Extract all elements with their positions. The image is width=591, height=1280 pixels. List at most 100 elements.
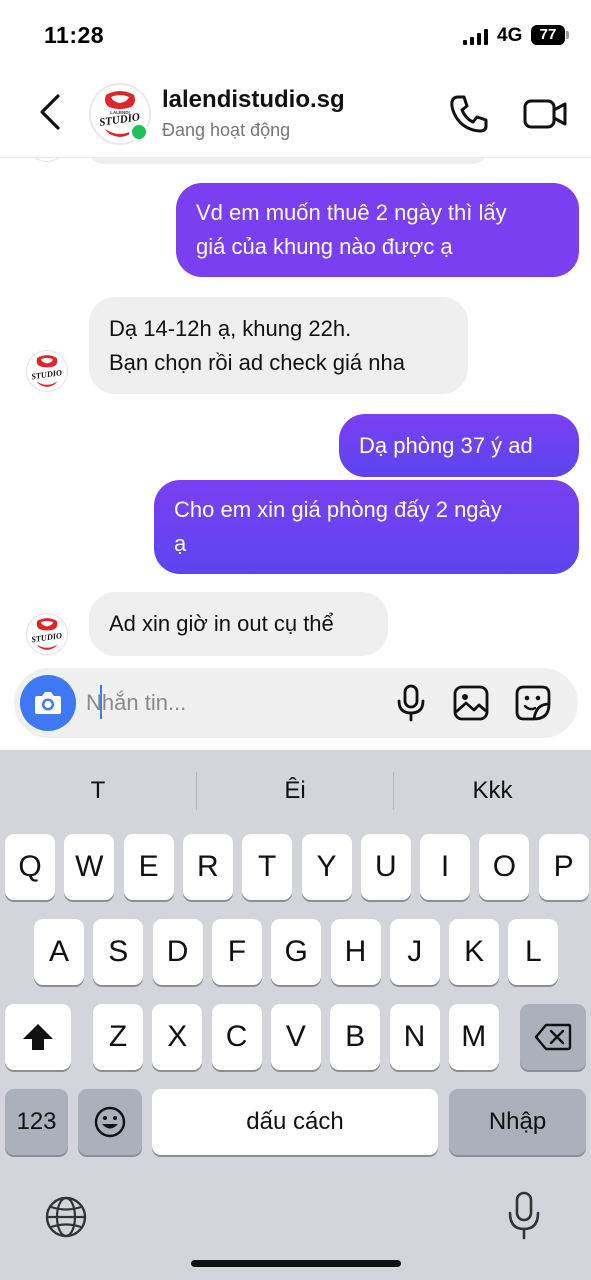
message-text: ạ: [174, 531, 187, 556]
key-o[interactable]: O: [479, 834, 530, 900]
key-label: D: [166, 935, 189, 968]
battery-level: 77: [531, 25, 565, 45]
message-text: Dạ phòng 37 ý ad: [359, 432, 533, 458]
home-indicator: [191, 1260, 401, 1267]
shift-arrow-icon: [23, 1024, 53, 1050]
key-j[interactable]: J: [389, 919, 440, 985]
key-g[interactable]: G: [271, 919, 322, 985]
return-key[interactable]: Nhập: [449, 1089, 586, 1155]
keyboard: T Êi Kkk Q W E R T Y U I O P A S D F G H J K L Z X C V B N M 123 dấ…: [0, 750, 591, 1280]
key-label: F: [227, 935, 247, 968]
sticker-icon[interactable]: [514, 684, 552, 722]
key-label: R: [197, 850, 219, 883]
key-y[interactable]: Y: [301, 834, 352, 900]
message-text: Dạ 14-12h ạ, khung 22h.: [109, 315, 352, 341]
key-h[interactable]: H: [330, 919, 381, 985]
message-text: Vd em muốn thuê 2 ngày thì lấy: [196, 200, 507, 225]
microphone-icon[interactable]: [394, 684, 428, 722]
key-label: O: [492, 850, 517, 883]
image-icon[interactable]: [452, 684, 490, 722]
key-label: Y: [316, 850, 337, 883]
key-s[interactable]: S: [93, 919, 144, 985]
network-type: 4G: [497, 25, 523, 46]
key-label: C: [225, 1020, 248, 1053]
key-label: P: [553, 850, 574, 883]
message-list[interactable]: Vd em muốn thuê 2 ngày thì lấy giá của k…: [0, 158, 591, 668]
key-label: G: [284, 935, 308, 968]
key-label: L: [525, 935, 542, 968]
key-label: dấu cách: [246, 1108, 344, 1135]
key-v[interactable]: V: [270, 1004, 321, 1070]
suggestion-2[interactable]: Êi: [197, 750, 393, 832]
key-label: M: [461, 1020, 487, 1053]
contact-status: Đang hoạt động: [162, 120, 291, 140]
avatar[interactable]: STUDIO: [26, 350, 68, 392]
space-key[interactable]: dấu cách: [152, 1089, 438, 1155]
numbers-key[interactable]: 123: [5, 1089, 68, 1155]
contact-name[interactable]: lalendistudio.sg: [162, 86, 345, 114]
key-k[interactable]: K: [449, 919, 500, 985]
key-b[interactable]: B: [330, 1004, 381, 1070]
suggestion-1[interactable]: T: [0, 750, 196, 832]
phone-icon[interactable]: [448, 93, 490, 135]
chevron-left-icon[interactable]: [36, 93, 64, 131]
message-bubble-sent[interactable]: Dạ phòng 37 ý ad: [339, 414, 579, 477]
key-r[interactable]: R: [182, 834, 233, 900]
key-f[interactable]: F: [211, 919, 262, 985]
message-bubble-sent[interactable]: Cho em xin giá phòng đấy 2 ngày ạ: [154, 480, 579, 574]
video-camera-icon[interactable]: [522, 94, 568, 134]
message-input[interactable]: [86, 686, 376, 720]
message-text: Bạn chọn rồi ad check giá nha: [109, 349, 405, 375]
key-c[interactable]: C: [211, 1004, 262, 1070]
key-label: E: [138, 850, 159, 883]
emoji-key[interactable]: [78, 1089, 142, 1155]
studio-logo-icon: STUDIO: [31, 355, 63, 387]
dictation-mic-icon[interactable]: [506, 1191, 542, 1241]
message-bubble-sent[interactable]: Vd em muốn thuê 2 ngày thì lấy giá của k…: [176, 183, 579, 277]
key-d[interactable]: D: [152, 919, 203, 985]
key-m[interactable]: M: [448, 1004, 499, 1070]
logo-main-text: STUDIO: [31, 368, 63, 381]
emoji-icon: [94, 1106, 126, 1138]
status-bar: 11:28 4G 77: [0, 0, 591, 70]
key-x[interactable]: X: [152, 1004, 203, 1070]
key-q[interactable]: Q: [5, 834, 55, 900]
key-e[interactable]: E: [123, 834, 174, 900]
key-label: A: [48, 935, 69, 968]
delete-key[interactable]: [520, 1004, 586, 1070]
globe-icon[interactable]: [44, 1195, 88, 1239]
key-t[interactable]: T: [242, 834, 293, 900]
message-bubble-received[interactable]: Dạ 14-12h ạ, khung 22h. Bạn chọn rồi ad …: [89, 297, 468, 394]
suggestion-3[interactable]: Kkk: [394, 750, 591, 832]
key-label: V: [285, 1020, 306, 1053]
key-label: Nhập: [488, 1108, 547, 1135]
key-label: J: [407, 935, 423, 968]
key-label: U: [374, 850, 397, 883]
chat-header: LALENDI STUDIO lalendistudio.sg Đang hoạ…: [0, 70, 591, 158]
key-label: Q: [18, 850, 42, 883]
message-bubble-partial: [88, 158, 488, 164]
message-text: Cho em xin giá phòng đấy 2 ngày: [174, 497, 502, 522]
camera-icon: [35, 692, 61, 714]
message-composer: [14, 668, 578, 738]
key-label: W: [75, 850, 104, 883]
key-label: K: [464, 935, 485, 968]
key-i[interactable]: I: [420, 834, 471, 900]
avatar[interactable]: STUDIO: [26, 613, 68, 655]
key-n[interactable]: N: [389, 1004, 440, 1070]
key-l[interactable]: L: [508, 919, 559, 985]
status-time: 11:28: [44, 22, 105, 48]
message-bubble-received[interactable]: Ad xin giờ in out cụ thể: [89, 592, 388, 656]
key-a[interactable]: A: [34, 919, 84, 985]
key-label: S: [108, 935, 129, 968]
shift-key[interactable]: [5, 1004, 71, 1070]
key-label: I: [440, 850, 450, 883]
message-text: giá của khung nào được ạ: [196, 234, 453, 259]
key-label: T: [258, 850, 277, 883]
camera-button[interactable]: [20, 675, 76, 731]
key-w[interactable]: W: [64, 834, 115, 900]
key-label: X: [167, 1020, 188, 1053]
key-p[interactable]: P: [538, 834, 589, 900]
key-z[interactable]: Z: [93, 1004, 143, 1070]
key-u[interactable]: U: [360, 834, 411, 900]
